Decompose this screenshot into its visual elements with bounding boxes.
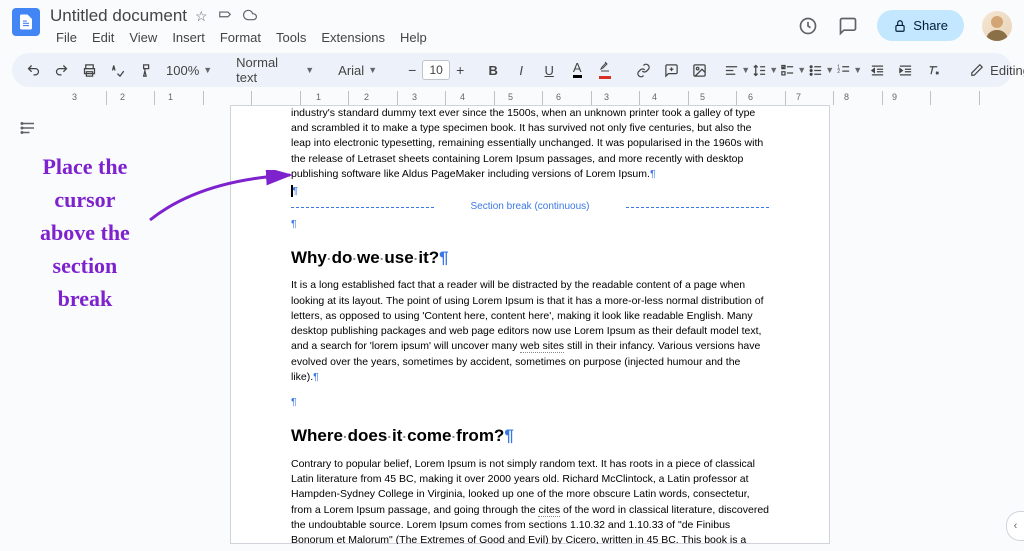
increase-indent-button[interactable]: [892, 57, 918, 83]
image-button[interactable]: [686, 57, 712, 83]
bold-button[interactable]: B: [480, 57, 506, 83]
menu-bar: File Edit View Insert Format Tools Exten…: [50, 28, 797, 47]
paragraph[interactable]: It is a long established fact that a rea…: [291, 278, 769, 385]
undo-button[interactable]: [20, 57, 46, 83]
page[interactable]: industry's standard dummy text ever sinc…: [230, 105, 830, 544]
numbered-list-button[interactable]: 12▼: [836, 57, 862, 83]
decrease-indent-button[interactable]: [864, 57, 890, 83]
header-bar: Untitled document ☆ File Edit View Inser…: [0, 0, 1024, 47]
menu-insert[interactable]: Insert: [166, 28, 211, 47]
lock-icon: [893, 19, 907, 33]
clear-format-button[interactable]: [920, 57, 946, 83]
align-dropdown[interactable]: ▼: [724, 57, 750, 83]
link-button[interactable]: [630, 57, 656, 83]
move-icon[interactable]: [218, 8, 232, 25]
font-size-control: − +: [404, 60, 468, 80]
italic-button[interactable]: I: [508, 57, 534, 83]
share-button[interactable]: Share: [877, 10, 964, 41]
pilcrow-icon: ¶: [650, 168, 656, 180]
share-label: Share: [913, 18, 948, 33]
menu-edit[interactable]: Edit: [86, 28, 120, 47]
font-dropdown[interactable]: Arial▼: [332, 57, 392, 83]
paragraph[interactable]: Contrary to popular belief, Lorem Ipsum …: [291, 457, 769, 544]
increase-font-button[interactable]: +: [452, 60, 468, 80]
doc-title[interactable]: Untitled document: [50, 6, 187, 26]
docs-logo[interactable]: [12, 8, 40, 36]
redo-button[interactable]: [48, 57, 74, 83]
toolbar: 100%▼ Normal text▼ Arial▼ − + B I U A ▼ …: [12, 53, 1012, 87]
spellcheck-button[interactable]: [104, 57, 130, 83]
menu-view[interactable]: View: [123, 28, 163, 47]
menu-file[interactable]: File: [50, 28, 83, 47]
history-icon[interactable]: [797, 15, 819, 37]
cursor-position[interactable]: ¶: [291, 184, 769, 198]
cloud-icon[interactable]: [242, 8, 258, 25]
bullet-list-button[interactable]: ▼: [808, 57, 834, 83]
heading-why[interactable]: Why·do·we·use·it?¶: [291, 246, 769, 271]
ruler[interactable]: 1 2 3 1 2 3 4 5 6 3 4 5 6 7 8 9: [58, 91, 1024, 105]
add-comment-button[interactable]: [658, 57, 684, 83]
zoom-dropdown[interactable]: 100%▼: [160, 57, 218, 83]
pencil-icon: [970, 63, 984, 77]
menu-tools[interactable]: Tools: [270, 28, 312, 47]
paint-format-button[interactable]: [132, 57, 158, 83]
outline-toggle-icon[interactable]: [13, 113, 43, 143]
avatar[interactable]: [982, 11, 1012, 41]
menu-help[interactable]: Help: [394, 28, 433, 47]
svg-text:2: 2: [837, 69, 840, 75]
annotation-text: Place the cursor above the section break: [40, 150, 130, 315]
editing-mode-dropdown[interactable]: Editing ▼: [958, 57, 1024, 83]
comment-icon[interactable]: [837, 15, 859, 37]
decrease-font-button[interactable]: −: [404, 60, 420, 80]
heading-where[interactable]: Where·does·it·come·from?¶: [291, 424, 769, 449]
font-size-input[interactable]: [422, 60, 450, 80]
paragraph[interactable]: industry's standard dummy text ever sinc…: [291, 106, 769, 182]
annotation-arrow: [140, 170, 300, 230]
text-color-button[interactable]: A: [564, 57, 590, 83]
star-icon[interactable]: ☆: [195, 8, 208, 25]
underline-button[interactable]: U: [536, 57, 562, 83]
checklist-button[interactable]: ▼: [780, 57, 806, 83]
section-break-marker: Section break (continuous): [291, 200, 769, 215]
highlight-button[interactable]: [592, 57, 618, 83]
menu-extensions[interactable]: Extensions: [315, 28, 391, 47]
title-area: Untitled document ☆ File Edit View Inser…: [50, 6, 797, 47]
menu-format[interactable]: Format: [214, 28, 267, 47]
print-button[interactable]: [76, 57, 102, 83]
line-spacing-button[interactable]: ▼: [752, 57, 778, 83]
style-dropdown[interactable]: Normal text▼: [230, 57, 320, 83]
